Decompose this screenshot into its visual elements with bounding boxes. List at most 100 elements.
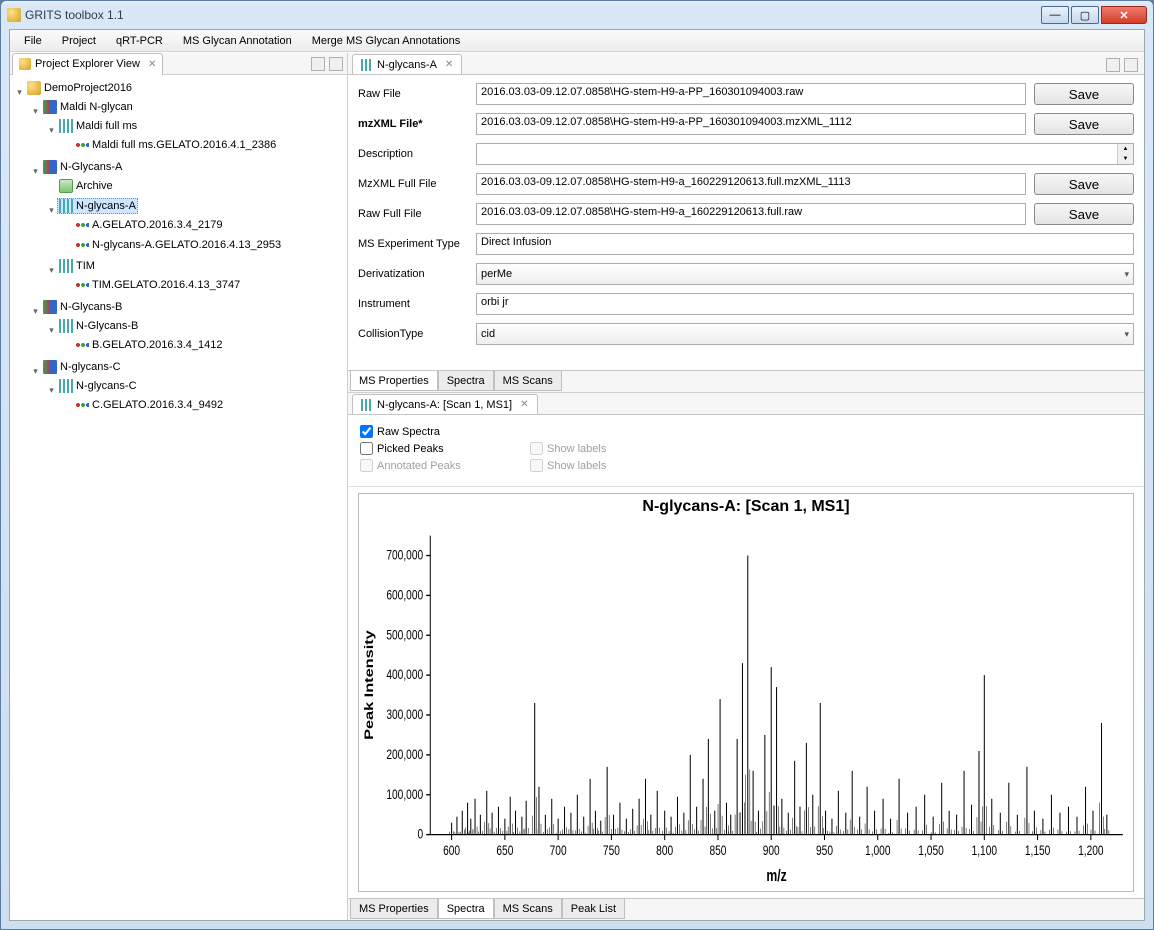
tree-item[interactable]: B.GELATO.2016.3.4_1412 xyxy=(92,339,222,351)
editor-tab-nglycansa[interactable]: N-glycans-A ✕ xyxy=(352,54,462,74)
mzxml-save-button[interactable]: Save xyxy=(1034,113,1134,135)
btab-spectra[interactable]: Spectra xyxy=(438,899,494,919)
close-button[interactable]: ✕ xyxy=(1101,6,1147,24)
maximize-button[interactable]: ▢ xyxy=(1071,6,1099,24)
archive-icon xyxy=(59,179,73,193)
folder-icon xyxy=(43,300,57,314)
tree-item[interactable]: Maldi N-glycan xyxy=(60,101,133,113)
description-field[interactable]: ▲▼ xyxy=(476,143,1134,165)
ms-icon xyxy=(361,399,373,411)
tree-item[interactable]: A.GELATO.2016.3.4_2179 xyxy=(92,219,222,231)
btab-peaklist[interactable]: Peak List xyxy=(562,899,625,919)
editor-tab-label: N-glycans-A xyxy=(377,59,437,71)
mzfull-field[interactable]: 2016.03.03-09.12.07.0858\HG-stem-H9-a_16… xyxy=(476,173,1026,195)
coll-label: CollisionType xyxy=(358,328,468,340)
spectrum-chart[interactable]: N-glycans-A: [Scan 1, MS1] 0100,000200,0… xyxy=(358,493,1134,892)
collisiontype-select[interactable]: cid xyxy=(476,323,1134,345)
mzfull-save-button[interactable]: Save xyxy=(1034,173,1134,195)
spectra-tab[interactable]: N-glycans-A: [Scan 1, MS1] ✕ xyxy=(352,394,538,414)
rawfile-field[interactable]: 2016.03.03-09.12.07.0858\HG-stem-H9-a-PP… xyxy=(476,83,1026,105)
instrument-field[interactable]: orbi jr xyxy=(476,293,1134,315)
exptype-field[interactable]: Direct Infusion xyxy=(476,233,1134,255)
svg-text:200,000: 200,000 xyxy=(386,747,423,763)
app-icon xyxy=(7,8,21,22)
tree-item[interactable]: N-Glycans-B xyxy=(76,320,138,332)
svg-text:1,100: 1,100 xyxy=(972,843,998,859)
project-tree[interactable]: DemoProject2016 Maldi N-glycan Maldi ful… xyxy=(10,75,347,920)
btab-msproperties[interactable]: MS Properties xyxy=(350,899,438,919)
tab-close-icon[interactable]: ✕ xyxy=(445,59,453,70)
tree-item[interactable]: N-Glycans-A xyxy=(60,161,122,173)
ms-icon xyxy=(361,59,373,71)
explorer-tab-label: Project Explorer View xyxy=(35,58,140,70)
minimize-button[interactable]: — xyxy=(1041,6,1069,24)
svg-text:750: 750 xyxy=(603,843,620,859)
picked-peaks-checkbox[interactable]: Picked Peaks xyxy=(360,442,490,455)
svg-text:900: 900 xyxy=(763,843,780,859)
menu-project[interactable]: Project xyxy=(52,32,106,50)
menu-file[interactable]: File xyxy=(14,32,52,50)
ms-icon xyxy=(59,199,73,213)
view-min-icon[interactable] xyxy=(311,57,325,71)
menu-msglycan[interactable]: MS Glycan Annotation xyxy=(173,32,302,50)
derivatization-select[interactable]: perMe xyxy=(476,263,1134,285)
tree-root[interactable]: DemoProject2016 xyxy=(44,82,132,94)
exptype-label: MS Experiment Type xyxy=(358,238,468,250)
svg-text:1,050: 1,050 xyxy=(918,843,944,859)
svg-text:600,000: 600,000 xyxy=(386,587,423,603)
svg-text:300,000: 300,000 xyxy=(386,707,423,723)
desc-label: Description xyxy=(358,148,468,160)
raw-spectra-checkbox[interactable]: Raw Spectra xyxy=(360,425,490,438)
tree-item[interactable]: N-Glycans-B xyxy=(60,301,122,313)
tree-item[interactable]: TIM.GELATO.2016.4.13_3747 xyxy=(92,279,240,291)
svg-text:1,000: 1,000 xyxy=(865,843,891,859)
tree-item[interactable]: Archive xyxy=(76,180,113,192)
spin-up-icon[interactable]: ▲ xyxy=(1118,144,1133,154)
svg-text:m/z: m/z xyxy=(766,867,786,885)
titlebar[interactable]: GRITS toolbox 1.1 — ▢ ✕ xyxy=(1,1,1153,29)
svg-text:650: 650 xyxy=(496,843,513,859)
explorer-close-icon[interactable]: ✕ xyxy=(148,59,156,70)
spectra-tab-label: N-glycans-A: [Scan 1, MS1] xyxy=(377,399,512,411)
tree-item[interactable]: N-glycans-A.GELATO.2016.4.13_2953 xyxy=(92,239,281,251)
rawfull-field[interactable]: 2016.03.03-09.12.07.0858\HG-stem-H9-a_16… xyxy=(476,203,1026,225)
folder-icon xyxy=(43,360,57,374)
tree-item[interactable]: N-glycans-C xyxy=(76,380,137,392)
rawfull-save-button[interactable]: Save xyxy=(1034,203,1134,225)
folder-icon xyxy=(43,100,57,114)
rawfull-label: Raw Full File xyxy=(358,208,468,220)
mzxml-field[interactable]: 2016.03.03-09.12.07.0858\HG-stem-H9-a-PP… xyxy=(476,113,1026,135)
tab-spectra[interactable]: Spectra xyxy=(438,371,494,391)
editor-area: N-glycans-A ✕ Raw File2016.03.03-09.12.0… xyxy=(348,53,1144,920)
spectra-close-icon[interactable]: ✕ xyxy=(520,399,528,410)
editor-max-icon[interactable] xyxy=(1124,58,1138,72)
tree-item[interactable]: Maldi full ms.GELATO.2016.4.1_2386 xyxy=(92,139,276,151)
editor-min-icon[interactable] xyxy=(1106,58,1120,72)
menu-merge[interactable]: Merge MS Glycan Annotations xyxy=(302,32,471,50)
show-labels-checkbox-1: Show labels xyxy=(530,442,660,455)
tree-item[interactable]: N-glycans-C xyxy=(60,361,121,373)
ms-icon xyxy=(59,379,73,393)
rawfile-save-button[interactable]: Save xyxy=(1034,83,1134,105)
menu-qrtpcr[interactable]: qRT-PCR xyxy=(106,32,173,50)
tree-item[interactable]: C.GELATO.2016.3.4_9492 xyxy=(92,399,223,411)
btab-msscans[interactable]: MS Scans xyxy=(494,899,562,919)
tree-item[interactable]: TIM xyxy=(76,260,95,272)
explorer-tab[interactable]: Project Explorer View ✕ xyxy=(12,53,163,75)
leaf-icon xyxy=(75,398,89,412)
tree-item[interactable]: Maldi full ms xyxy=(76,120,137,132)
tree-item-selected[interactable]: N-glycans-A xyxy=(76,200,136,212)
spin-down-icon[interactable]: ▼ xyxy=(1118,154,1133,164)
svg-text:700: 700 xyxy=(550,843,567,859)
view-max-icon[interactable] xyxy=(329,57,343,71)
svg-text:1,200: 1,200 xyxy=(1078,843,1104,859)
annotated-peaks-checkbox: Annotated Peaks xyxy=(360,459,490,472)
folder-icon xyxy=(43,160,57,174)
tab-msproperties[interactable]: MS Properties xyxy=(350,371,438,391)
explorer-panel: Project Explorer View ✕ DemoProject2016 … xyxy=(10,53,348,920)
tab-msscans[interactable]: MS Scans xyxy=(494,371,562,391)
leaf-icon xyxy=(75,278,89,292)
svg-text:700,000: 700,000 xyxy=(386,547,423,563)
mzxml-label: mzXML File* xyxy=(358,118,468,130)
mzfull-label: MzXML Full File xyxy=(358,178,468,190)
